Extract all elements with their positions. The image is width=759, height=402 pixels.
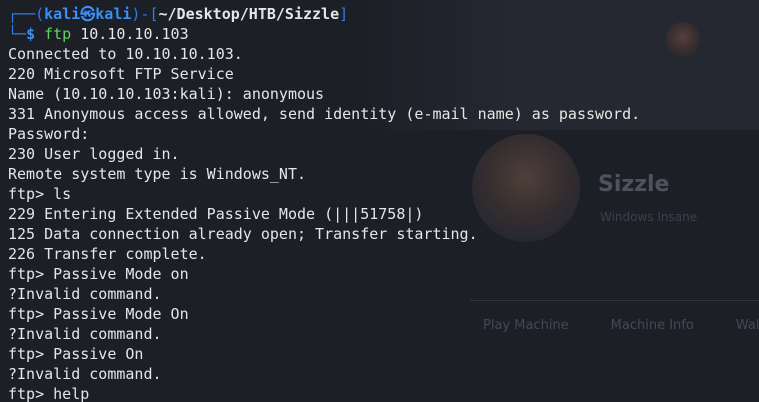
- output-line: 331 Anonymous access allowed, send ident…: [8, 105, 641, 123]
- output-line: ftp> Passive Mode On: [8, 305, 189, 323]
- output-line: ftp> Passive Mode on: [8, 265, 189, 283]
- output-line: Remote system type is Windows_NT.: [8, 165, 307, 183]
- prompt-dollar: $: [26, 25, 36, 43]
- output-line: ftp> Passive On: [8, 345, 144, 363]
- output-line: Password:: [8, 125, 90, 143]
- output-line: Name (10.10.10.103:kali): anonymous: [8, 85, 325, 103]
- terminal-window[interactable]: Sizzle Windows Insane Play Machine Machi…: [0, 0, 759, 402]
- prompt-close-bracket: ]: [339, 5, 349, 23]
- prompt-cwd: ~/Desktop/HTB/Sizzle: [158, 5, 340, 23]
- prompt-user: kali: [44, 5, 81, 23]
- prompt-command-line: └─$ ftp 10.10.10.103: [8, 24, 759, 44]
- output-line: 230 User logged in.: [8, 145, 180, 163]
- output-line: 226 Transfer complete.: [8, 245, 207, 263]
- output-line: ?Invalid command.: [8, 365, 162, 383]
- terminal-output: Connected to 10.10.10.103. 220 Microsoft …: [8, 44, 759, 402]
- output-line: 125 Data connection already open; Transf…: [8, 225, 478, 243]
- command-name: ftp: [44, 25, 72, 43]
- prompt-at-symbol: ㉿: [80, 5, 96, 23]
- output-line: ftp> help: [8, 385, 90, 402]
- output-line: ?Invalid command.: [8, 325, 162, 343]
- command-args: 10.10.10.103: [71, 25, 189, 43]
- prompt-header-line: ┌──(kali㉿kali)-[~/Desktop/HTB/Sizzle]: [8, 4, 759, 24]
- output-line: ftp> ls: [8, 185, 72, 203]
- output-line: ?Invalid command.: [8, 285, 162, 303]
- prompt-host: kali: [95, 5, 132, 23]
- prompt-corner-top: ┌──(: [8, 5, 45, 23]
- output-line: Connected to 10.10.10.103.: [8, 45, 243, 63]
- output-line: 220 Microsoft FTP Service: [8, 65, 234, 83]
- prompt-corner-bottom: └─: [8, 25, 27, 43]
- terminal-content: ┌──(kali㉿kali)-[~/Desktop/HTB/Sizzle] └─…: [8, 4, 759, 402]
- output-line: 229 Entering Extended Passive Mode (|||5…: [8, 205, 424, 223]
- prompt-separator: )-[: [131, 5, 159, 23]
